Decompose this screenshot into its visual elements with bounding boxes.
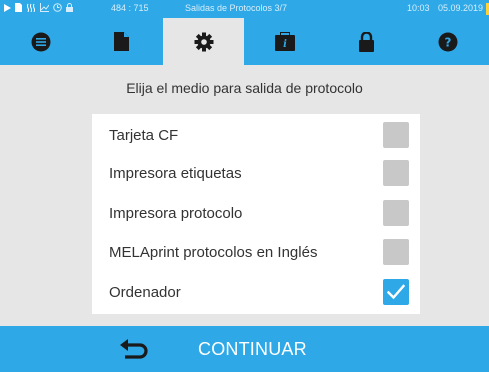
clock-date: 05.09.2019 <box>438 3 484 13</box>
option-checkbox[interactable] <box>383 122 409 148</box>
screen-title: Salidas de Protocolos 3/7 <box>185 3 288 13</box>
option-label: Impresora etiquetas <box>109 165 242 182</box>
option-label: Impresora protocolo <box>109 205 243 222</box>
option-row-computer[interactable]: Ordenador <box>92 273 420 311</box>
option-checkbox[interactable] <box>383 160 409 186</box>
gear-icon <box>194 32 213 51</box>
option-row-melaprint[interactable]: MELAprint protocolos en Inglés <box>92 233 420 271</box>
list-icon <box>31 32 50 51</box>
file-icon <box>114 32 129 51</box>
option-label: Tarjeta CF <box>109 127 179 144</box>
option-label: MELAprint protocolos en Inglés <box>109 244 318 261</box>
option-row-label-printer[interactable]: Impresora etiquetas <box>92 154 420 192</box>
svg-text:i: i <box>283 39 287 50</box>
tab-protocols[interactable] <box>81 18 162 65</box>
lock-icon <box>66 3 73 14</box>
tab-info[interactable]: i <box>244 18 325 65</box>
back-button[interactable] <box>119 338 151 362</box>
output-options-panel: Tarjeta CF Impresora etiquetas Impresora… <box>92 114 420 314</box>
help-icon: ? <box>438 32 457 51</box>
back-arrow-icon <box>120 339 148 359</box>
steam-icon <box>26 3 36 14</box>
tab-settings[interactable] <box>163 18 244 65</box>
page-heading: Elija el medio para salida de protocolo <box>126 80 363 96</box>
status-bar: 484 : 715 Salidas de Protocolos 3/7 10:0… <box>0 0 489 18</box>
coordinates-readout: 484 : 715 <box>111 3 149 13</box>
info-book-icon: i <box>274 32 295 51</box>
bottom-bar: CONTINUAR <box>0 326 489 372</box>
clock-icon <box>53 3 62 14</box>
svg-text:?: ? <box>444 35 451 49</box>
document-icon <box>15 3 22 14</box>
chart-icon <box>40 3 50 14</box>
status-icons <box>4 3 73 14</box>
tab-bar: i ? <box>0 18 489 65</box>
play-icon <box>4 3 11 14</box>
option-row-protocol-printer[interactable]: Impresora protocolo <box>92 194 420 232</box>
checkmark-icon <box>387 284 405 300</box>
tab-lock[interactable] <box>326 18 407 65</box>
tab-help[interactable]: ? <box>407 18 488 65</box>
option-label: Ordenador <box>109 284 181 301</box>
option-checkbox-checked[interactable] <box>383 279 409 305</box>
option-row-cf-card[interactable]: Tarjeta CF <box>92 116 420 154</box>
clock-time: 10:03 <box>407 3 430 13</box>
option-checkbox[interactable] <box>383 200 409 226</box>
lock-icon <box>359 31 374 52</box>
tab-menu[interactable] <box>0 18 81 65</box>
option-checkbox[interactable] <box>383 239 409 265</box>
continue-button[interactable]: CONTINUAR <box>198 339 307 360</box>
